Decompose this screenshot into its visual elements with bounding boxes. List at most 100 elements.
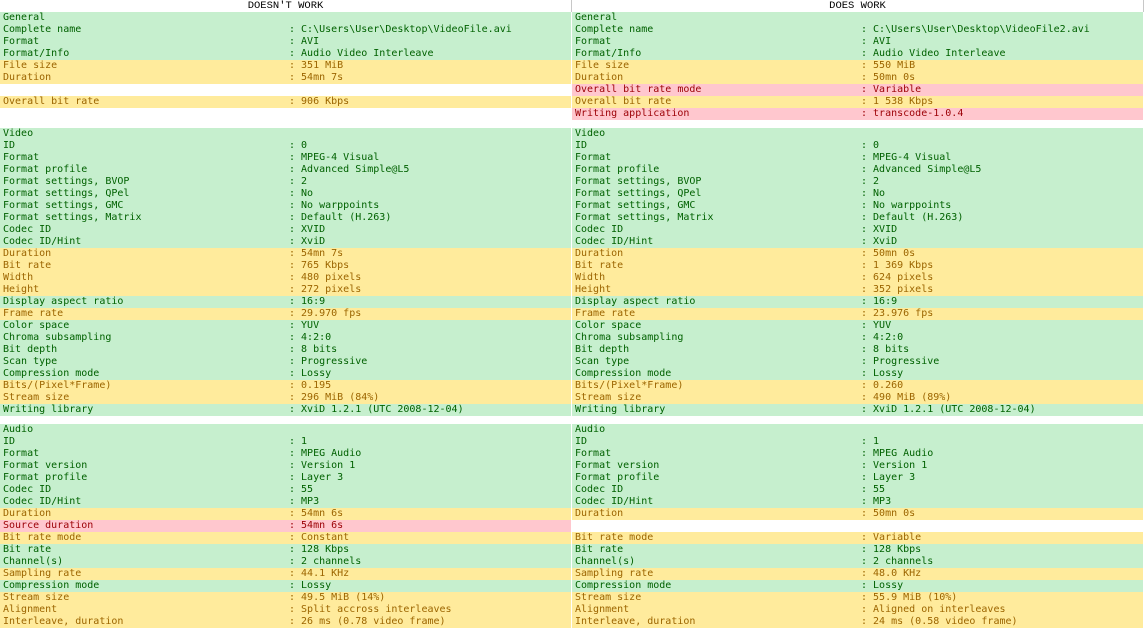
field-value: : 29.970 fps <box>289 308 362 319</box>
left-cell: Codec ID: XVID <box>0 224 571 236</box>
right-cell: Chroma subsampling: 4:2:0 <box>572 332 1143 344</box>
left-cell: Source duration: 54mn 6s <box>0 520 571 532</box>
left-cell: Compression mode: Lossy <box>0 368 571 380</box>
field-label: Color space <box>3 320 70 331</box>
right-cell: Format profile: Layer 3 <box>572 472 1143 484</box>
right-cell: Frame rate: 23.976 fps <box>572 308 1143 320</box>
table-row: Bit rate mode: Constant Bit rate mode: Va… <box>0 532 1146 544</box>
field-label: Bit rate mode <box>3 532 82 543</box>
field-value: : 550 MiB <box>861 60 916 71</box>
field-label: Duration <box>575 248 624 259</box>
left-cell: Format settings, BVOP: 2 <box>0 176 571 188</box>
field-label: Format settings, GMC <box>3 200 124 211</box>
table-row: Bit rate: 765 Kbps Bit rate: 1 369 Kbps <box>0 260 1146 272</box>
left-cell: Alignment : Split accross interleaves <box>0 604 571 616</box>
field-label: Video <box>3 128 34 139</box>
right-cell: Stream size : 55.9 MiB (10%) <box>572 592 1143 604</box>
table-row: Duration: 54mn 7s Duration: 50mn 0s <box>0 248 1146 260</box>
field-value: : 50mn 0s <box>861 248 916 259</box>
right-cell: Overall bit rate mode: Variable <box>572 84 1143 96</box>
right-cell: Bit rate: 128 Kbps <box>572 544 1143 556</box>
right-cell: Scan type: Progressive <box>572 356 1143 368</box>
field-value: : 352 pixels <box>861 284 934 295</box>
field-value: : XviD 1.2.1 (UTC 2008-12-04) <box>861 404 1036 415</box>
field-label: Bit rate mode <box>575 532 654 543</box>
field-label: Format <box>575 448 612 459</box>
left-cell: ID: 1 <box>0 436 571 448</box>
field-value: : 4:2:0 <box>289 332 332 343</box>
field-value: : 26 ms (0.78 video frame) <box>289 616 446 627</box>
field-value: : 2 <box>289 176 308 187</box>
field-label: Chroma subsampling <box>3 332 112 343</box>
field-value: : MP3 <box>289 496 320 507</box>
field-label: Format <box>575 152 612 163</box>
field-label: Channel(s) <box>575 556 636 567</box>
right-cell: Writing application: transcode-1.0.4 <box>572 108 1143 120</box>
field-label: Height <box>575 284 612 295</box>
field-label: Width <box>3 272 34 283</box>
left-cell <box>0 108 571 120</box>
field-value: : 55 <box>861 484 886 495</box>
right-cell: Format version: Version 1 <box>572 460 1143 472</box>
left-cell: Stream size: 49.5 MiB (14%) <box>0 592 571 604</box>
right-cell: Format settings, BVOP: 2 <box>572 176 1143 188</box>
field-value: : 16:9 <box>289 296 326 307</box>
field-label: Duration <box>575 72 624 83</box>
field-label: General <box>575 12 618 23</box>
table-row: Codec ID: 55 Codec ID: 55 <box>0 484 1146 496</box>
table-row: Source duration: 54mn 6s <box>0 520 1146 532</box>
left-cell: Duration: 54mn 6s <box>0 508 571 520</box>
field-label: Writing library <box>575 404 666 415</box>
comparison-header: DOESN'T WORK DOES WORK <box>0 0 1146 12</box>
field-value: : 272 pixels <box>289 284 362 295</box>
field-label: Audio <box>575 424 606 435</box>
table-row: ID: 0 ID: 0 <box>0 140 1146 152</box>
field-label: Codec ID/Hint <box>3 496 82 507</box>
field-label: ID <box>575 140 588 151</box>
field-value: : XviD 1.2.1 (UTC 2008-12-04) <box>289 404 464 415</box>
field-label: Format settings, BVOP <box>575 176 702 187</box>
table-row: General General <box>0 12 1146 24</box>
field-value: : 128 Kbps <box>861 544 922 555</box>
field-value: : Split accross interleaves <box>289 604 452 615</box>
left-cell: Bit rate: 128 Kbps <box>0 544 571 556</box>
field-label: Format settings, Matrix <box>575 212 714 223</box>
left-cell: File size: 351 MiB <box>0 60 571 72</box>
right-cell: Format/Info: Audio Video Interleave <box>572 48 1143 60</box>
table-row: Writing library : XviD 1.2.1 (UTC 2008-12… <box>0 404 1146 416</box>
field-value: : 55.9 MiB (10%) <box>861 592 958 603</box>
left-cell: Overall bit rate: 906 Kbps <box>0 96 571 108</box>
table-row: Overall bit rate: 906 Kbps Overall bit ra… <box>0 96 1146 108</box>
right-cell: Format settings, QPel: No <box>572 188 1143 200</box>
left-cell: Display aspect ratio: 16:9 <box>0 296 571 308</box>
table-row: Bit depth: 8 bits Bit depth: 8 bits <box>0 344 1146 356</box>
field-value: : 1 <box>289 436 308 447</box>
table-row: Format version: Version 1 Format version:… <box>0 460 1146 472</box>
left-cell: Audio <box>0 424 571 436</box>
right-cell: Duration : 50mn 0s <box>572 248 1143 260</box>
field-value: : transcode-1.0.4 <box>861 108 964 119</box>
field-label: Alignment <box>3 604 58 615</box>
left-cell: Format: MPEG-4 Visual <box>0 152 571 164</box>
table-row: Complete name: C:\Users\User\Desktop\Vid… <box>0 24 1146 36</box>
right-cell <box>572 520 1143 532</box>
field-label: File size <box>575 60 630 71</box>
table-row: Duration: 54mn 6s Duration: 50mn 0s <box>0 508 1146 520</box>
table-row: Compression mode: Lossy Compression mode:… <box>0 368 1146 380</box>
field-label: Source duration <box>3 520 94 531</box>
table-row: Bit rate: 128 Kbps Bit rate: 128 Kbps <box>0 544 1146 556</box>
field-value: : 296 MiB (84%) <box>289 392 380 403</box>
table-row: Interleave, duration: 26 ms (0.78 video … <box>0 616 1146 628</box>
field-value: : Progressive <box>861 356 940 367</box>
field-label: Channel(s) <box>3 556 64 567</box>
right-cell: Sampling rate: 48.0 KHz <box>572 568 1143 580</box>
field-value: : AVI <box>861 36 892 47</box>
header-doesnt-work: DOESN'T WORK <box>0 0 572 12</box>
field-label: Codec ID/Hint <box>575 496 654 507</box>
left-cell: Bits/(Pixel*Frame): 0.195 <box>0 380 571 392</box>
field-label: Stream size <box>575 592 642 603</box>
table-row: Height: 272 pixels Height: 352 pixels <box>0 284 1146 296</box>
field-value: : Audio Video Interleave <box>289 48 434 59</box>
field-label: Width <box>575 272 606 283</box>
field-label: Codec ID <box>3 224 52 235</box>
